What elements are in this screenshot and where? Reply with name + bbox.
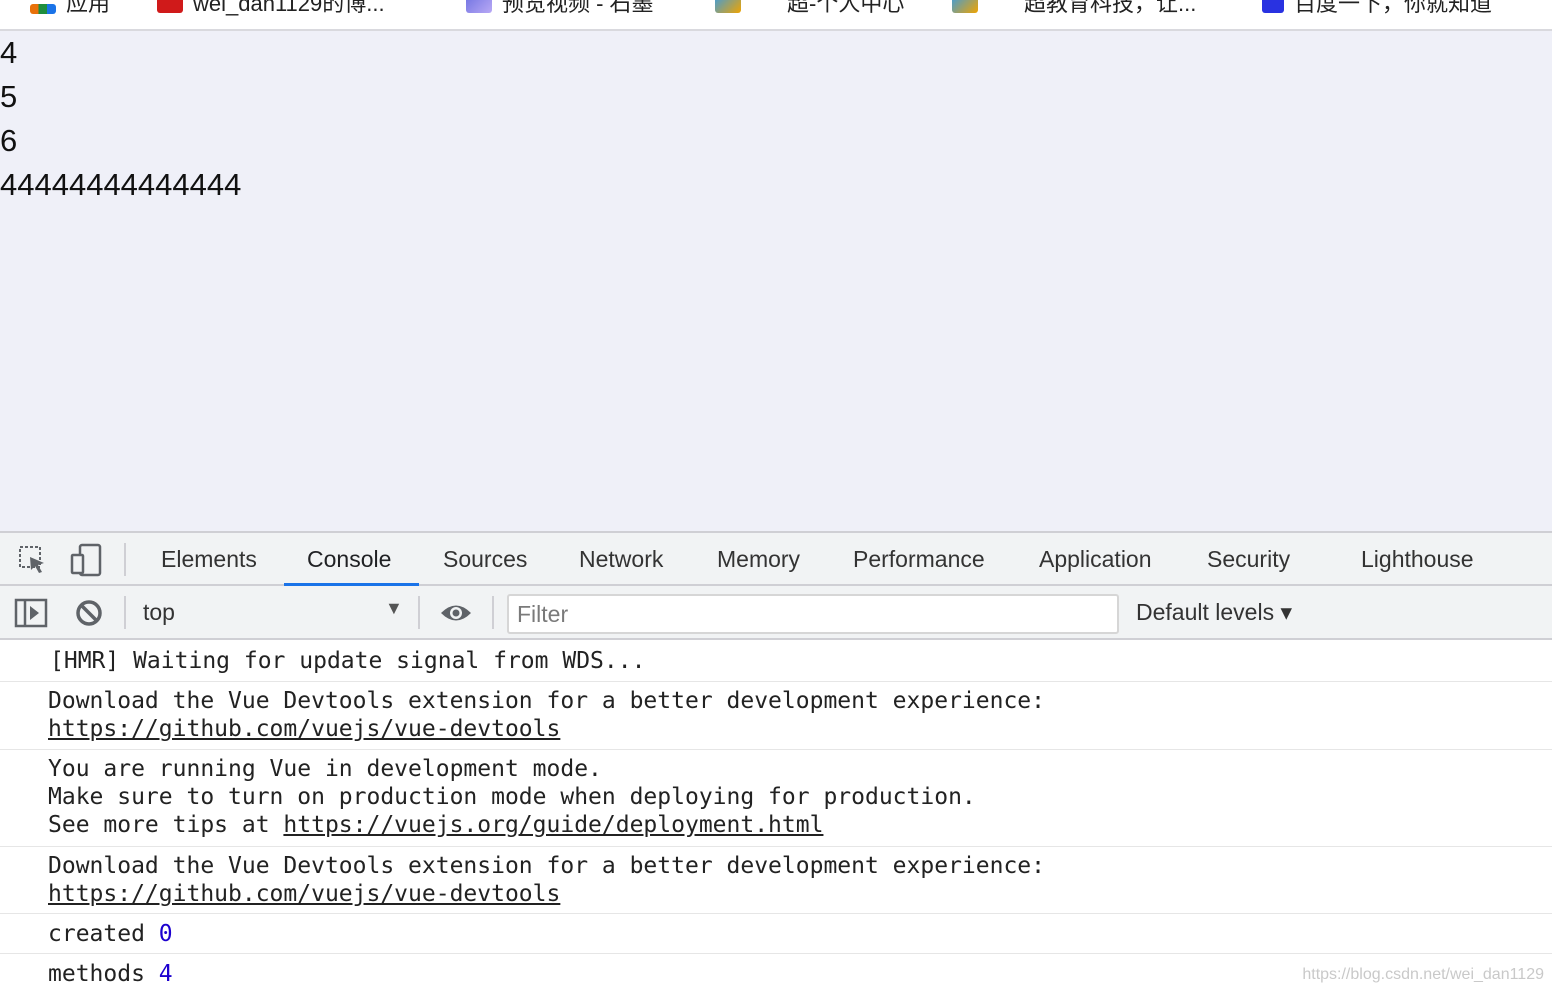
tab-network[interactable]: Network (579, 533, 663, 586)
log-number: 4 (158, 961, 173, 987)
sidebar-toggle-icon[interactable] (14, 598, 48, 633)
tab-performance[interactable]: Performance (853, 533, 985, 586)
clear-console-icon[interactable] (74, 598, 104, 633)
devtools-link[interactable]: https://github.com/vuejs/vue-devtools (48, 716, 560, 742)
devtools-panel: Elements Console Sources Network Memory … (0, 531, 1552, 992)
divider (124, 596, 126, 629)
tab-elements[interactable]: Elements (161, 533, 257, 586)
devtools-tabbar: Elements Console Sources Network Memory … (0, 533, 1552, 586)
bookmark-shimo[interactable]: 预览视频 - 石墨 (466, 0, 654, 16)
eye-icon[interactable] (439, 600, 473, 631)
page-text-line: 44444444444444 (0, 167, 242, 202)
filter-input[interactable] (507, 594, 1119, 634)
page-text-line: 5 (0, 79, 18, 114)
baidu-icon (1262, 0, 1284, 13)
divider (124, 543, 126, 576)
play-icon (466, 0, 492, 13)
inspect-element-icon[interactable] (18, 545, 48, 580)
tab-application[interactable]: Application (1039, 533, 1152, 586)
page-viewport: 4 5 6 44444444444444 (0, 31, 1552, 531)
page-text-line: 4 (0, 35, 18, 70)
device-toolbar-icon[interactable] (70, 543, 102, 582)
bookmark-apps[interactable]: 应用 (30, 0, 110, 16)
console-message: You are running Vue in development mode.… (0, 750, 1552, 847)
tab-sources[interactable]: Sources (443, 533, 527, 586)
csdn-icon (157, 0, 183, 13)
log-levels-dropdown[interactable]: Default levels ▾ (1136, 586, 1292, 640)
bookmark-csdn[interactable]: wei_dan1129的博... (157, 0, 385, 16)
bookmark-personal-center[interactable]: 超-个人中心 (715, 0, 904, 16)
log-number: 0 (158, 921, 173, 947)
console-message: [HMR] Waiting for update signal from WDS… (0, 640, 1552, 682)
console-message: created 0 (0, 914, 1552, 954)
bookmark-baidu[interactable]: 百度一下，你就知道 (1262, 0, 1492, 16)
console-message: Download the Vue Devtools extension for … (0, 847, 1552, 914)
apps-grid-icon (30, 4, 56, 14)
console-toolbar: top ▼ Default levels ▾ (0, 586, 1552, 640)
context-label: top (143, 599, 175, 625)
feather-icon (952, 0, 978, 13)
divider (418, 596, 420, 629)
console-messages: [HMR] Waiting for update signal from WDS… (0, 640, 1552, 994)
chevron-down-icon: ▼ (385, 598, 403, 618)
feather-icon (715, 0, 741, 13)
watermark: https://blog.csdn.net/wei_dan1129 (1302, 966, 1544, 983)
tab-security[interactable]: Security (1207, 533, 1290, 586)
bookmarks-bar: 应用 wei_dan1129的博... 预览视频 - 石墨 超-个人中心 超教育… (0, 0, 1552, 31)
context-selector[interactable]: top (143, 586, 408, 640)
tab-console[interactable]: Console (307, 533, 391, 586)
deployment-link[interactable]: https://vuejs.org/guide/deployment.html (283, 812, 823, 838)
page-text-line: 6 (0, 123, 18, 158)
console-message: Download the Vue Devtools extension for … (0, 682, 1552, 750)
bookmark-edu[interactable]: 超教育科技，让... (952, 0, 1196, 16)
divider (492, 596, 494, 629)
tab-lighthouse[interactable]: Lighthouse (1361, 533, 1474, 586)
tab-memory[interactable]: Memory (717, 533, 800, 586)
devtools-link[interactable]: https://github.com/vuejs/vue-devtools (48, 881, 560, 907)
